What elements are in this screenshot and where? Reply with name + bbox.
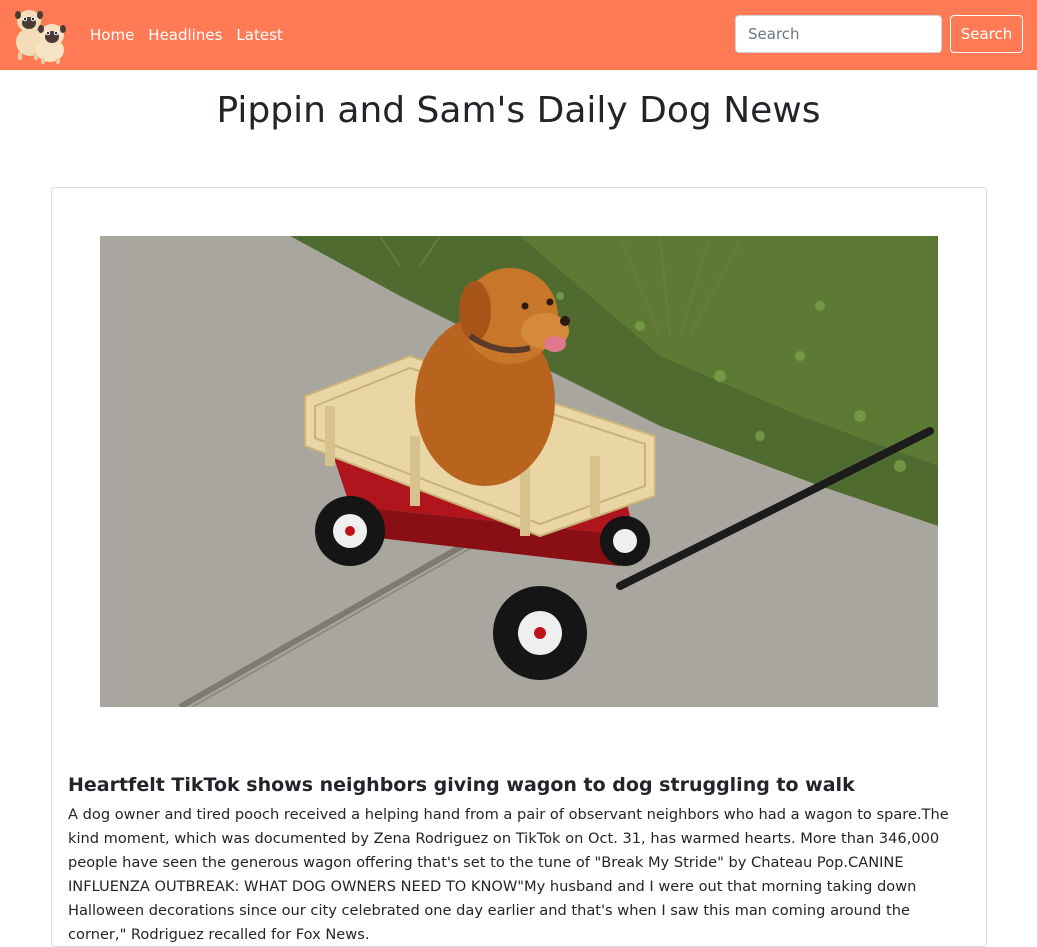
search-input[interactable] <box>735 15 942 53</box>
nav-link-headlines[interactable]: Headlines <box>148 26 222 44</box>
brand-logo[interactable] <box>8 4 70 64</box>
golden-retriever-in-wagon-icon <box>100 236 938 707</box>
nav-link-latest[interactable]: Latest <box>236 26 282 44</box>
search-button[interactable]: Search <box>950 15 1023 53</box>
nav-links: Home Headlines Latest <box>90 0 283 70</box>
article-image <box>100 236 938 707</box>
top-navbar: Home Headlines Latest Search <box>0 0 1037 70</box>
article-headline[interactable]: Heartfelt TikTok shows neighbors giving … <box>68 772 968 798</box>
article-card: Heartfelt TikTok shows neighbors giving … <box>51 187 987 947</box>
pug-dogs-icon <box>15 10 66 64</box>
nav-link-home[interactable]: Home <box>90 26 134 44</box>
page-title: Pippin and Sam's Daily Dog News <box>216 90 821 131</box>
article-body: A dog owner and tired pooch received a h… <box>68 806 949 943</box>
